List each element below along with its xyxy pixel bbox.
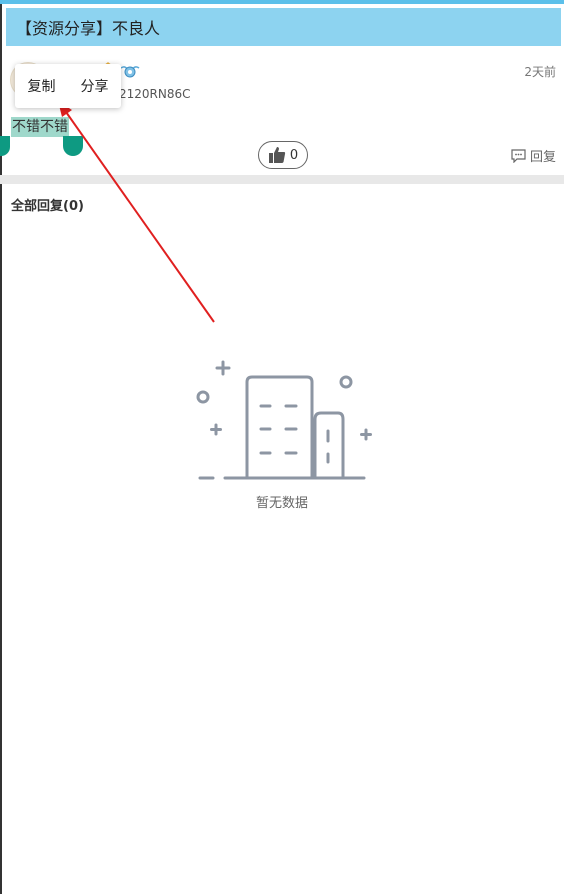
thread-title-bar: 【资源分享】不良人 xyxy=(6,8,561,46)
thumbs-up-icon xyxy=(268,147,285,163)
all-replies-header: 全部回复(0) xyxy=(11,199,84,214)
window-top-border xyxy=(0,0,564,4)
share-menu-item[interactable]: 分享 xyxy=(77,76,113,96)
empty-building-icon xyxy=(192,355,374,489)
reply-label: 回复 xyxy=(529,150,556,165)
thread-title: 【资源分享】不良人 xyxy=(16,19,161,38)
like-count: 0 xyxy=(289,147,299,163)
post-time: 2天前 xyxy=(524,65,556,79)
user-id: 2120RN86C xyxy=(119,87,191,101)
comment-icon xyxy=(511,148,526,163)
copy-menu-item[interactable]: 复制 xyxy=(24,76,60,96)
selection-end-handle[interactable] xyxy=(63,136,83,156)
empty-state-text: 暂无数据 xyxy=(255,496,308,511)
post-content-selected[interactable]: 不错不错 xyxy=(11,117,69,137)
text-selection-menu: 复制 分享 xyxy=(15,64,121,108)
blue-wing-badge-icon xyxy=(120,62,140,80)
like-button[interactable]: 0 xyxy=(258,141,308,169)
section-divider xyxy=(0,175,564,184)
reply-button[interactable]: 回复 xyxy=(511,146,556,165)
